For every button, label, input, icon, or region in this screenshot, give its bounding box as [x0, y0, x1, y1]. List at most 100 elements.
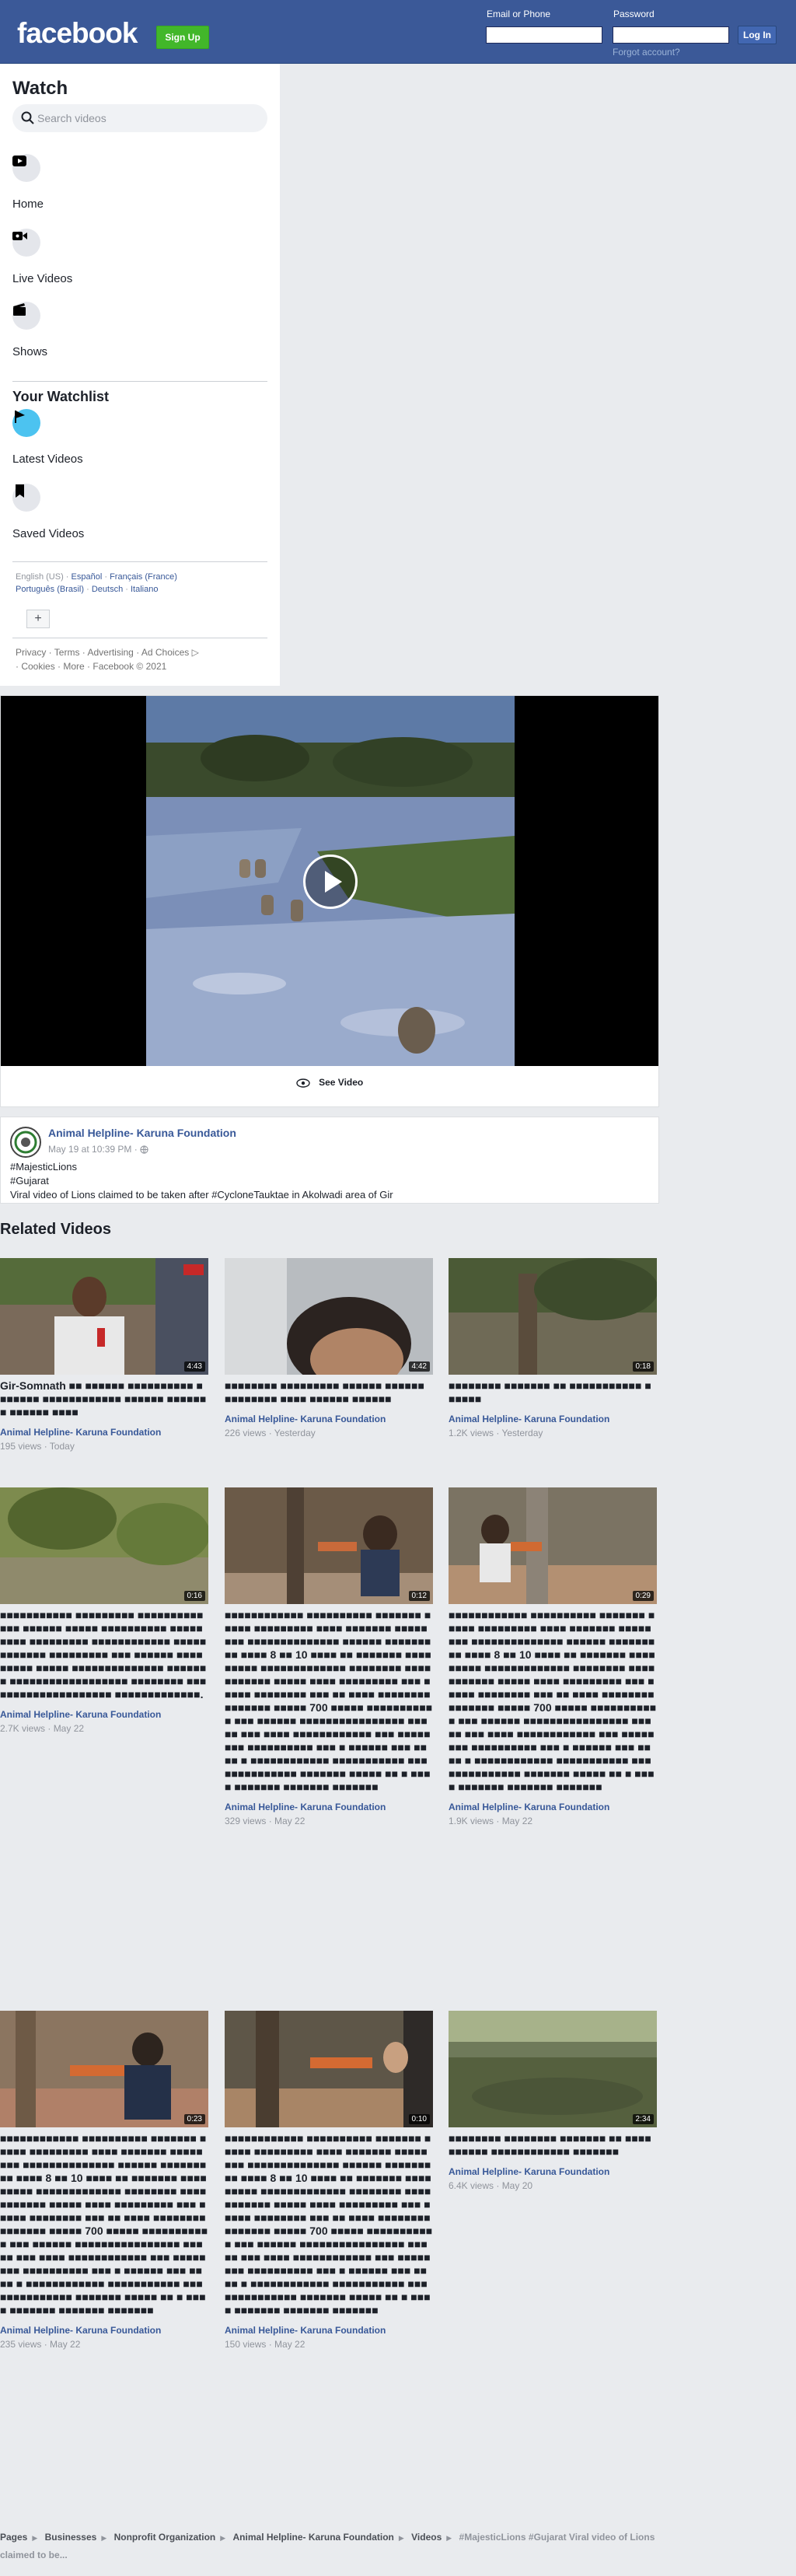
post-hashtag[interactable]: #Gujarat: [10, 1175, 49, 1187]
duration-badge: 0:16: [183, 1591, 205, 1601]
timestamp-text: May 19 at 10:39 PM ·: [48, 1144, 138, 1155]
breadcrumb-item[interactable]: Nonprofit Organization: [114, 2532, 216, 2543]
language-link[interactable]: Deutsch: [92, 585, 123, 594]
duration-badge: 4:43: [183, 1361, 205, 1372]
email-field[interactable]: [486, 26, 602, 44]
channel-link[interactable]: Animal Helpline- Karuna Foundation: [0, 2325, 208, 2336]
related-video-card[interactable]: 0:18 ■■■■■■■■ ■■■■■■■ ■■ ■■■■■■■■■■■ ■■■…: [449, 1258, 657, 1438]
sidebar-item-shows[interactable]: Shows: [12, 345, 47, 358]
related-videos-title: Related Videos: [0, 1221, 112, 1238]
flag-icon[interactable]: [12, 409, 40, 437]
duration-badge: 4:42: [408, 1361, 430, 1372]
footer-link[interactable]: Terms: [54, 647, 80, 658]
video-meta: 1.2K views · Yesterday: [449, 1428, 543, 1438]
sidebar-item-live-videos[interactable]: Live Videos: [12, 272, 72, 285]
language-link[interactable]: Français (France): [110, 572, 177, 582]
sidebar-item-latest-videos[interactable]: Latest Videos: [12, 453, 83, 466]
copyright: Facebook © 2021: [93, 661, 167, 672]
more-languages-button[interactable]: +: [26, 610, 50, 628]
video-thumbnail[interactable]: 0:16: [0, 1487, 208, 1604]
video-thumbnail[interactable]: 0:29: [449, 1487, 657, 1604]
related-video-card[interactable]: 4:43 Gir-Somnath ■■ ■■■■■■ ■■■■■■■■■■ ■■…: [0, 1258, 208, 1452]
video-meta: 150 views · May 22: [225, 2339, 305, 2350]
sidebar-item-saved-videos[interactable]: Saved Videos: [12, 527, 84, 540]
video-meta: 6.4K views · May 20: [449, 2180, 533, 2191]
breadcrumb-item[interactable]: Animal Helpline- Karuna Foundation: [233, 2532, 394, 2543]
page-name-link[interactable]: Animal Helpline- Karuna Foundation: [48, 1127, 236, 1139]
clapperboard-icon[interactable]: [12, 302, 40, 330]
related-video-card[interactable]: 0:12 ■■■■■■■■■■■■ ■■■■■■■■■■ ■■■■■■■ ■■■…: [225, 1487, 433, 1826]
duration-badge: 0:18: [632, 1361, 654, 1372]
video-title[interactable]: ■■■■■■■■■■■■ ■■■■■■■■■■ ■■■■■■■ ■■■■■ ■■…: [225, 2132, 433, 2317]
post-text: Viral video of Lions claimed to be taken…: [10, 1189, 393, 1201]
language-link[interactable]: Português (Brasil): [16, 585, 84, 594]
avatar[interactable]: [10, 1127, 41, 1158]
password-field[interactable]: [613, 26, 729, 44]
related-video-card[interactable]: 4:42 ■■■■■■■■ ■■■■■■■■■ ■■■■■■ ■■■■■■ ■■…: [225, 1258, 433, 1438]
video-thumbnail[interactable]: 4:42: [225, 1258, 433, 1375]
breadcrumb-item[interactable]: Videos: [411, 2532, 442, 2543]
related-video-card[interactable]: 0:29 ■■■■■■■■■■■■ ■■■■■■■■■■ ■■■■■■■ ■■■…: [449, 1487, 657, 1826]
channel-link[interactable]: Animal Helpline- Karuna Foundation: [449, 2166, 657, 2177]
divider: [12, 381, 267, 382]
post-timestamp[interactable]: May 19 at 10:39 PM ·: [48, 1144, 148, 1155]
channel-link[interactable]: Animal Helpline- Karuna Foundation: [449, 1414, 657, 1424]
video-meta: 226 views · Yesterday: [225, 1428, 316, 1438]
video-title[interactable]: ■■■■■■■■■■■■ ■■■■■■■■■■ ■■■■■■■ ■■■■■ ■■…: [0, 2132, 208, 2317]
language-link[interactable]: Español: [72, 572, 103, 582]
video-thumbnail[interactable]: 0:12: [225, 1487, 433, 1604]
video-title[interactable]: ■■■■■■■■■■■ ■■■■■■■■■ ■■■■■■■■■■■■■ ■■■■…: [0, 1609, 208, 1701]
related-video-card[interactable]: 0:10 ■■■■■■■■■■■■ ■■■■■■■■■■ ■■■■■■■ ■■■…: [225, 2011, 433, 2350]
related-video-card[interactable]: 0:23 ■■■■■■■■■■■■ ■■■■■■■■■■ ■■■■■■■ ■■■…: [0, 2011, 208, 2350]
video-meta: 1.9K views · May 22: [449, 1816, 533, 1826]
channel-link[interactable]: Animal Helpline- Karuna Foundation: [225, 2325, 433, 2336]
footer-links: Privacy · Terms · Advertising · Ad Choic…: [16, 647, 199, 672]
video-title[interactable]: ■■■■■■■■■■■■ ■■■■■■■■■■ ■■■■■■■ ■■■■■ ■■…: [225, 1609, 433, 1794]
video-title[interactable]: Gir-Somnath ■■ ■■■■■■ ■■■■■■■■■■ ■■■■■■■…: [0, 1379, 208, 1419]
footer-link[interactable]: Privacy: [16, 647, 46, 658]
video-thumbnail[interactable]: 0:23: [0, 2011, 208, 2127]
log-in-button[interactable]: Log In: [738, 26, 777, 44]
video-thumbnail[interactable]: 4:43: [0, 1258, 208, 1375]
search-videos[interactable]: Search videos: [12, 104, 267, 132]
live-camera-icon[interactable]: [12, 229, 40, 257]
video-title[interactable]: ■■■■■■■■ ■■■■■■■■ ■■■■■■■ ■■ ■■■■■■■■■■ …: [449, 2132, 657, 2158]
channel-link[interactable]: Animal Helpline- Karuna Foundation: [0, 1427, 208, 1438]
duration-badge: 0:29: [632, 1591, 654, 1601]
channel-link[interactable]: Animal Helpline- Karuna Foundation: [449, 1802, 657, 1812]
forgot-account-link[interactable]: Forgot account?: [613, 47, 680, 58]
video-thumbnail[interactable]: 0:10: [225, 2011, 433, 2127]
see-video-link[interactable]: See Video: [1, 1077, 658, 1088]
channel-link[interactable]: Animal Helpline- Karuna Foundation: [225, 1802, 433, 1812]
language-link[interactable]: Italiano: [131, 585, 158, 594]
search-icon: [20, 110, 36, 126]
video-thumbnail[interactable]: 2:34: [449, 2011, 657, 2127]
breadcrumb-item[interactable]: Pages: [0, 2532, 27, 2543]
sign-up-button[interactable]: Sign Up: [156, 26, 209, 49]
play-screen-icon[interactable]: [12, 154, 40, 182]
video-meta: 2.7K views · May 22: [0, 1723, 85, 1734]
video-thumbnail[interactable]: 0:18: [449, 1258, 657, 1375]
video-title[interactable]: ■■■■■■■■ ■■■■■■■ ■■ ■■■■■■■■■■■ ■■■■■■: [449, 1379, 657, 1406]
sidebar-item-home[interactable]: Home: [12, 197, 44, 211]
video-title[interactable]: ■■■■■■■■■■■■ ■■■■■■■■■■ ■■■■■■■ ■■■■■ ■■…: [449, 1609, 657, 1794]
related-video-card[interactable]: 0:16 ■■■■■■■■■■■ ■■■■■■■■■ ■■■■■■■■■■■■■…: [0, 1487, 208, 1734]
channel-link[interactable]: Animal Helpline- Karuna Foundation: [0, 1709, 208, 1720]
footer-link[interactable]: Ad Choices: [141, 647, 189, 658]
related-video-card[interactable]: 2:34 ■■■■■■■■ ■■■■■■■■ ■■■■■■■ ■■ ■■■■■■…: [449, 2011, 657, 2191]
facebook-logo[interactable]: facebook: [17, 19, 138, 47]
ad-choices-icon: ▷: [191, 647, 199, 658]
channel-link[interactable]: Animal Helpline- Karuna Foundation: [225, 1414, 433, 1424]
language-list: English (US) · Español · Français (Franc…: [16, 572, 177, 594]
footer-link[interactable]: More: [63, 661, 84, 672]
bookmark-icon[interactable]: [12, 484, 40, 512]
video-player[interactable]: [1, 696, 658, 1066]
post-hashtag[interactable]: #MajesticLions: [10, 1161, 77, 1173]
footer-link[interactable]: Advertising: [87, 647, 133, 658]
breadcrumb-item[interactable]: Businesses: [45, 2532, 97, 2543]
video-title[interactable]: ■■■■■■■■ ■■■■■■■■■ ■■■■■■ ■■■■■■ ■■■■■■■…: [225, 1379, 433, 1406]
email-label: Email or Phone: [487, 9, 551, 19]
footer-link[interactable]: Cookies: [21, 661, 54, 672]
play-button[interactable]: [303, 855, 358, 909]
search-input[interactable]: Search videos: [37, 112, 106, 124]
